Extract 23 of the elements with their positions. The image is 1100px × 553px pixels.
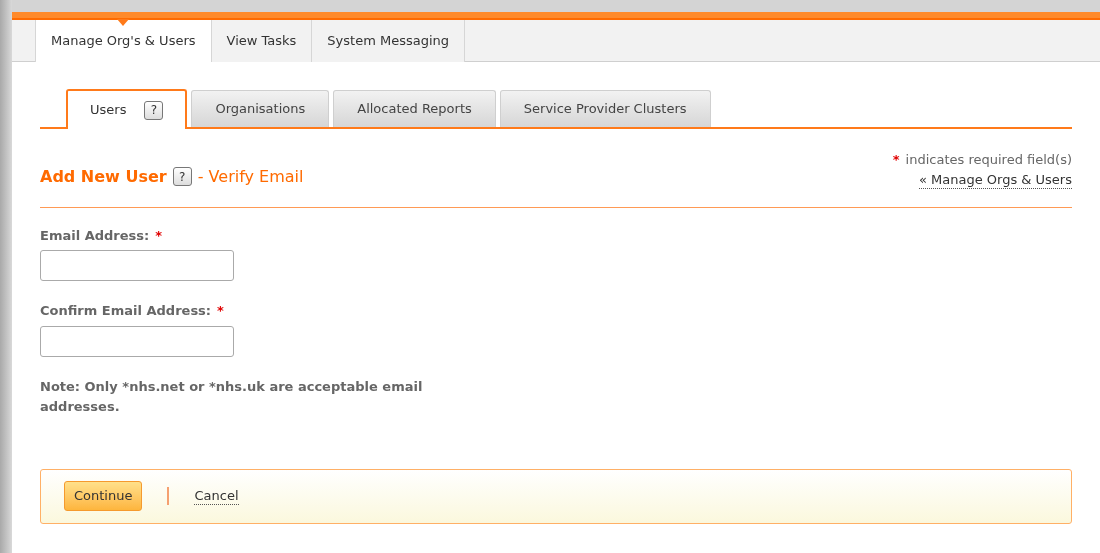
sub-tab[interactable]: Users ? [66, 89, 188, 129]
email-field[interactable] [40, 250, 234, 281]
required-legend: indicates required field(s) [905, 150, 1072, 170]
main-tab[interactable]: View Tasks [211, 20, 313, 62]
cancel-link[interactable]: Cancel [194, 487, 239, 505]
email-field[interactable] [40, 325, 234, 357]
sub-tab[interactable]: Allocated Reports [333, 90, 496, 127]
help-button[interactable]: ? [144, 100, 164, 120]
required-asterisk: * [217, 302, 224, 320]
continue-button[interactable]: Continue [64, 481, 143, 511]
field-label: Confirm Email Address: [40, 302, 212, 320]
help-button[interactable]: ? [172, 167, 192, 186]
main-tab[interactable]: Manage Org's & Users [35, 20, 212, 62]
main-tab[interactable]: System Messaging [312, 20, 466, 62]
required-asterisk: * [155, 226, 163, 245]
note-text: Note: Only *nhs.net or *nhs.uk are acceptable email addresses. [40, 377, 424, 416]
sub-tab[interactable]: Organisations [191, 90, 330, 127]
required-asterisk: * [892, 151, 900, 169]
back-link[interactable]: « Manage Orgs & Users [918, 171, 1072, 189]
sub-tab[interactable]: Service Provider Clusters [499, 90, 711, 127]
field-label: Email Address: [40, 226, 150, 245]
page-subtitle: - Verify Email [197, 165, 304, 188]
page-title: Add New User [40, 165, 167, 188]
